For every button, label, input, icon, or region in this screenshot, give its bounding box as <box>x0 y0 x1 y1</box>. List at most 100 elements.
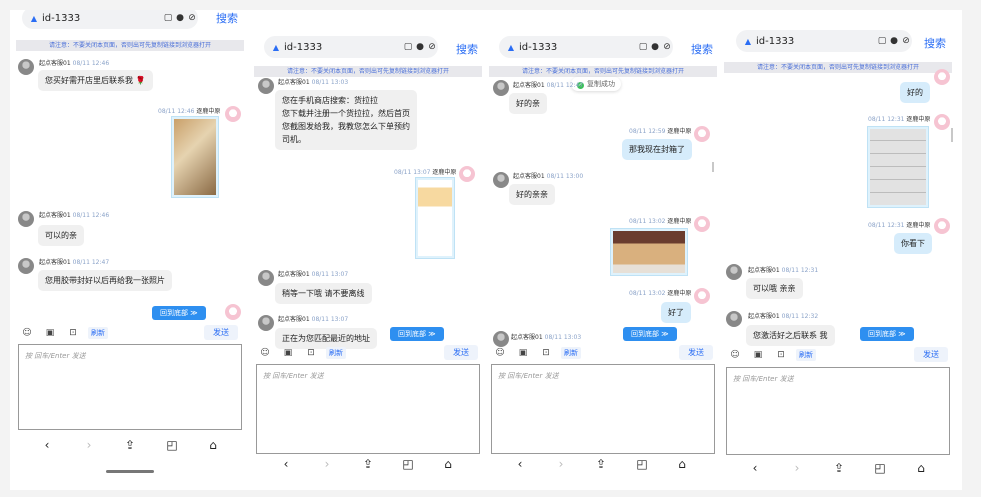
message-input[interactable]: 按 回车/Enter 发送 <box>726 367 950 455</box>
sender-name: 起点客服01 <box>39 60 71 67</box>
customer-avatar <box>694 288 710 304</box>
toast-text: 复制成功 <box>587 80 615 88</box>
sender-name: 逐鹿中原 <box>906 116 931 123</box>
message-input[interactable]: 按 回车/Enter 发送 <box>491 364 715 454</box>
scroll-to-bottom-button[interactable]: 回到底部 ≫ <box>860 327 914 341</box>
microphone-icon[interactable]: ● <box>888 36 900 46</box>
microphone-icon[interactable]: ● <box>414 42 426 52</box>
lock-icon[interactable]: ▢ <box>402 42 414 52</box>
forward-icon[interactable]: › <box>790 461 804 475</box>
agent-message: 稍等一下哦 请不要离线 <box>275 283 372 304</box>
search-button[interactable]: 搜索 <box>216 10 238 26</box>
back-icon[interactable]: ‹ <box>513 457 527 471</box>
microphone-icon[interactable]: ● <box>174 13 186 23</box>
refresh-icon[interactable]: ⊘ <box>186 13 198 23</box>
forward-icon[interactable]: › <box>82 438 96 452</box>
tabs-icon[interactable]: ◰ <box>635 457 649 471</box>
send-button[interactable]: 发送 <box>679 345 713 360</box>
send-button[interactable]: 发送 <box>444 345 478 360</box>
scroll-to-bottom-button[interactable]: 回到底部 ≫ <box>390 327 444 341</box>
message-time: 08/11 12:47 <box>546 82 584 89</box>
image-icon[interactable]: ▣ <box>518 348 528 358</box>
back-icon[interactable]: ‹ <box>279 457 293 471</box>
back-icon[interactable]: ‹ <box>748 461 762 475</box>
image-icon[interactable]: ▣ <box>753 350 763 360</box>
home-icon[interactable]: ⌂ <box>675 457 689 471</box>
input-placeholder: 按 回车/Enter 发送 <box>25 352 86 360</box>
agent-message: 您用胶带封好以后再给我一张照片 <box>38 270 172 291</box>
url-bar[interactable]: ▲ id-1333 ▢ ● ⊘ <box>22 10 198 29</box>
agent-avatar <box>493 331 509 347</box>
image-message[interactable] <box>171 116 219 198</box>
tabs-icon[interactable]: ◰ <box>401 457 415 471</box>
tabs-icon[interactable]: ◰ <box>165 438 179 452</box>
search-button[interactable]: 搜索 <box>456 41 478 57</box>
emoji-icon[interactable]: ☺ <box>495 348 505 358</box>
refresh-icon[interactable]: ⊘ <box>900 36 912 46</box>
message-input[interactable]: 按 回车/Enter 发送 <box>18 344 242 430</box>
forward-icon[interactable]: › <box>554 457 568 471</box>
refresh-button[interactable]: 刷新 <box>561 347 581 359</box>
file-icon[interactable]: ⊡ <box>776 350 786 360</box>
agent-avatar <box>18 59 34 75</box>
share-icon[interactable]: ⇪ <box>361 457 375 471</box>
scroll-to-bottom-button[interactable]: 回到底部 ≫ <box>152 306 206 320</box>
emoji-icon[interactable]: ☺ <box>22 328 32 338</box>
phone-screen-2: ▲ id-1333 ▢ ● ⊘ 搜索 请注意：不要关闭本页面，否则出可先复制链接… <box>252 34 484 480</box>
share-icon[interactable]: ⇪ <box>594 457 608 471</box>
tabs-icon[interactable]: ◰ <box>873 461 887 475</box>
send-button[interactable]: 发送 <box>914 347 948 362</box>
image-message[interactable] <box>867 126 929 208</box>
image-icon[interactable]: ▣ <box>45 328 55 338</box>
emoji-icon[interactable]: ☺ <box>260 348 270 358</box>
message-meta: 08/11 12:59 逐鹿中原 <box>627 126 691 135</box>
notice-banner: 请注意：不要关闭本页面，否则出可先复制链接到浏览器打开 <box>16 40 244 51</box>
search-button[interactable]: 搜索 <box>691 41 713 57</box>
back-icon[interactable]: ‹ <box>40 438 54 452</box>
file-icon[interactable]: ⊡ <box>306 348 316 358</box>
file-icon[interactable]: ⊡ <box>68 328 78 338</box>
scroll-to-bottom-button[interactable]: 回到底部 ≫ <box>623 327 677 341</box>
microphone-icon[interactable]: ● <box>649 42 661 52</box>
search-button[interactable]: 搜索 <box>924 35 946 51</box>
home-icon[interactable]: ⌂ <box>206 438 220 452</box>
forward-icon[interactable]: › <box>320 457 334 471</box>
message-meta: 08/11 13:02 逐鹿中原 <box>627 216 691 225</box>
url-bar[interactable]: ▲ id-1333 ▢ ● ⊘ <box>736 30 912 52</box>
url-text: id-1333 <box>756 35 795 47</box>
agent-avatar <box>493 172 509 188</box>
emoji-icon[interactable]: ☺ <box>730 350 740 360</box>
refresh-button[interactable]: 刷新 <box>796 349 816 361</box>
file-icon[interactable]: ⊡ <box>541 348 551 358</box>
share-icon[interactable]: ⇪ <box>832 461 846 475</box>
lock-icon[interactable]: ▢ <box>162 13 174 23</box>
image-message[interactable] <box>610 228 688 276</box>
input-toolbar: ☺ ▣ ⊡ 刷新 发送 <box>14 325 246 340</box>
scrollbar[interactable] <box>712 162 714 172</box>
share-icon[interactable]: ⇪ <box>123 438 137 452</box>
image-message[interactable] <box>415 177 455 259</box>
image-icon[interactable]: ▣ <box>283 348 293 358</box>
lock-icon[interactable]: ▢ <box>637 42 649 52</box>
refresh-button[interactable]: 刷新 <box>88 327 108 339</box>
home-icon[interactable]: ⌂ <box>441 457 455 471</box>
message-meta: 起点客服01 08/11 13:03 <box>278 77 348 86</box>
send-button[interactable]: 发送 <box>204 325 238 340</box>
message-meta: 08/11 12:46 逐鹿中原 <box>156 106 220 115</box>
message-time: 08/11 12:46 <box>158 108 195 115</box>
notice-banner: 请注意：不要关闭本页面，否则出可先复制链接到浏览器打开 <box>254 66 482 77</box>
message-input[interactable]: 按 回车/Enter 发送 <box>256 364 480 454</box>
refresh-icon[interactable]: ⊘ <box>426 42 438 52</box>
refresh-button[interactable]: 刷新 <box>326 347 346 359</box>
home-icon[interactable]: ⌂ <box>914 461 928 475</box>
lock-icon[interactable]: ▢ <box>876 36 888 46</box>
customer-message: 好的 <box>900 82 930 103</box>
sender-name: 逐鹿中原 <box>906 222 931 229</box>
message-meta: 起点客服01 08/11 13:03 <box>511 332 581 341</box>
scrollbar[interactable] <box>951 128 953 142</box>
home-indicator[interactable] <box>106 470 154 473</box>
location-icon: ▲ <box>272 42 280 52</box>
url-bar[interactable]: ▲ id-1333 ▢ ● ⊘ <box>499 36 673 58</box>
refresh-icon[interactable]: ⊘ <box>661 42 673 52</box>
url-bar[interactable]: ▲ id-1333 ▢ ● ⊘ <box>264 36 438 58</box>
